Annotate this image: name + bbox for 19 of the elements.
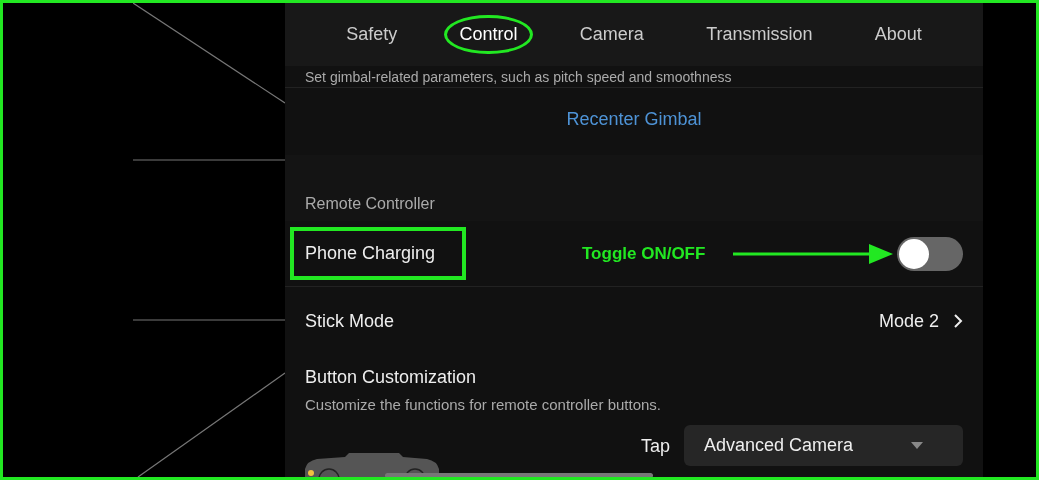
section-header: Remote Controller xyxy=(305,195,435,213)
chevron-right-icon xyxy=(953,313,963,329)
setting-label: Stick Mode xyxy=(305,310,395,332)
tab[interactable]: Safety xyxy=(331,15,413,54)
caret-down-icon xyxy=(911,442,923,449)
recenter-gimbal-link[interactable]: Recenter Gimbal xyxy=(566,109,702,130)
annotation-text: Toggle ON/OFF xyxy=(582,243,706,264)
tab[interactable]: About xyxy=(859,15,937,54)
setting-description: Customize the functions for remote controller buttons. xyxy=(304,395,662,413)
gimbal-description: Set gimbal-related parameters, such as pitch speed and smoothness xyxy=(285,66,983,88)
tab[interactable]: Camera xyxy=(564,15,659,54)
stick-mode-value[interactable]: Mode 2 xyxy=(878,310,939,332)
setting-label: Phone Charging xyxy=(290,227,467,280)
tab[interactable]: Transmission xyxy=(691,15,828,54)
toggle-switch[interactable] xyxy=(897,236,963,271)
action-dropdown[interactable]: Advanced Camera xyxy=(684,425,963,466)
setting-label: Button Customization xyxy=(304,366,478,388)
tab[interactable]: Control xyxy=(444,15,533,54)
tap-label: Tap xyxy=(640,436,670,457)
